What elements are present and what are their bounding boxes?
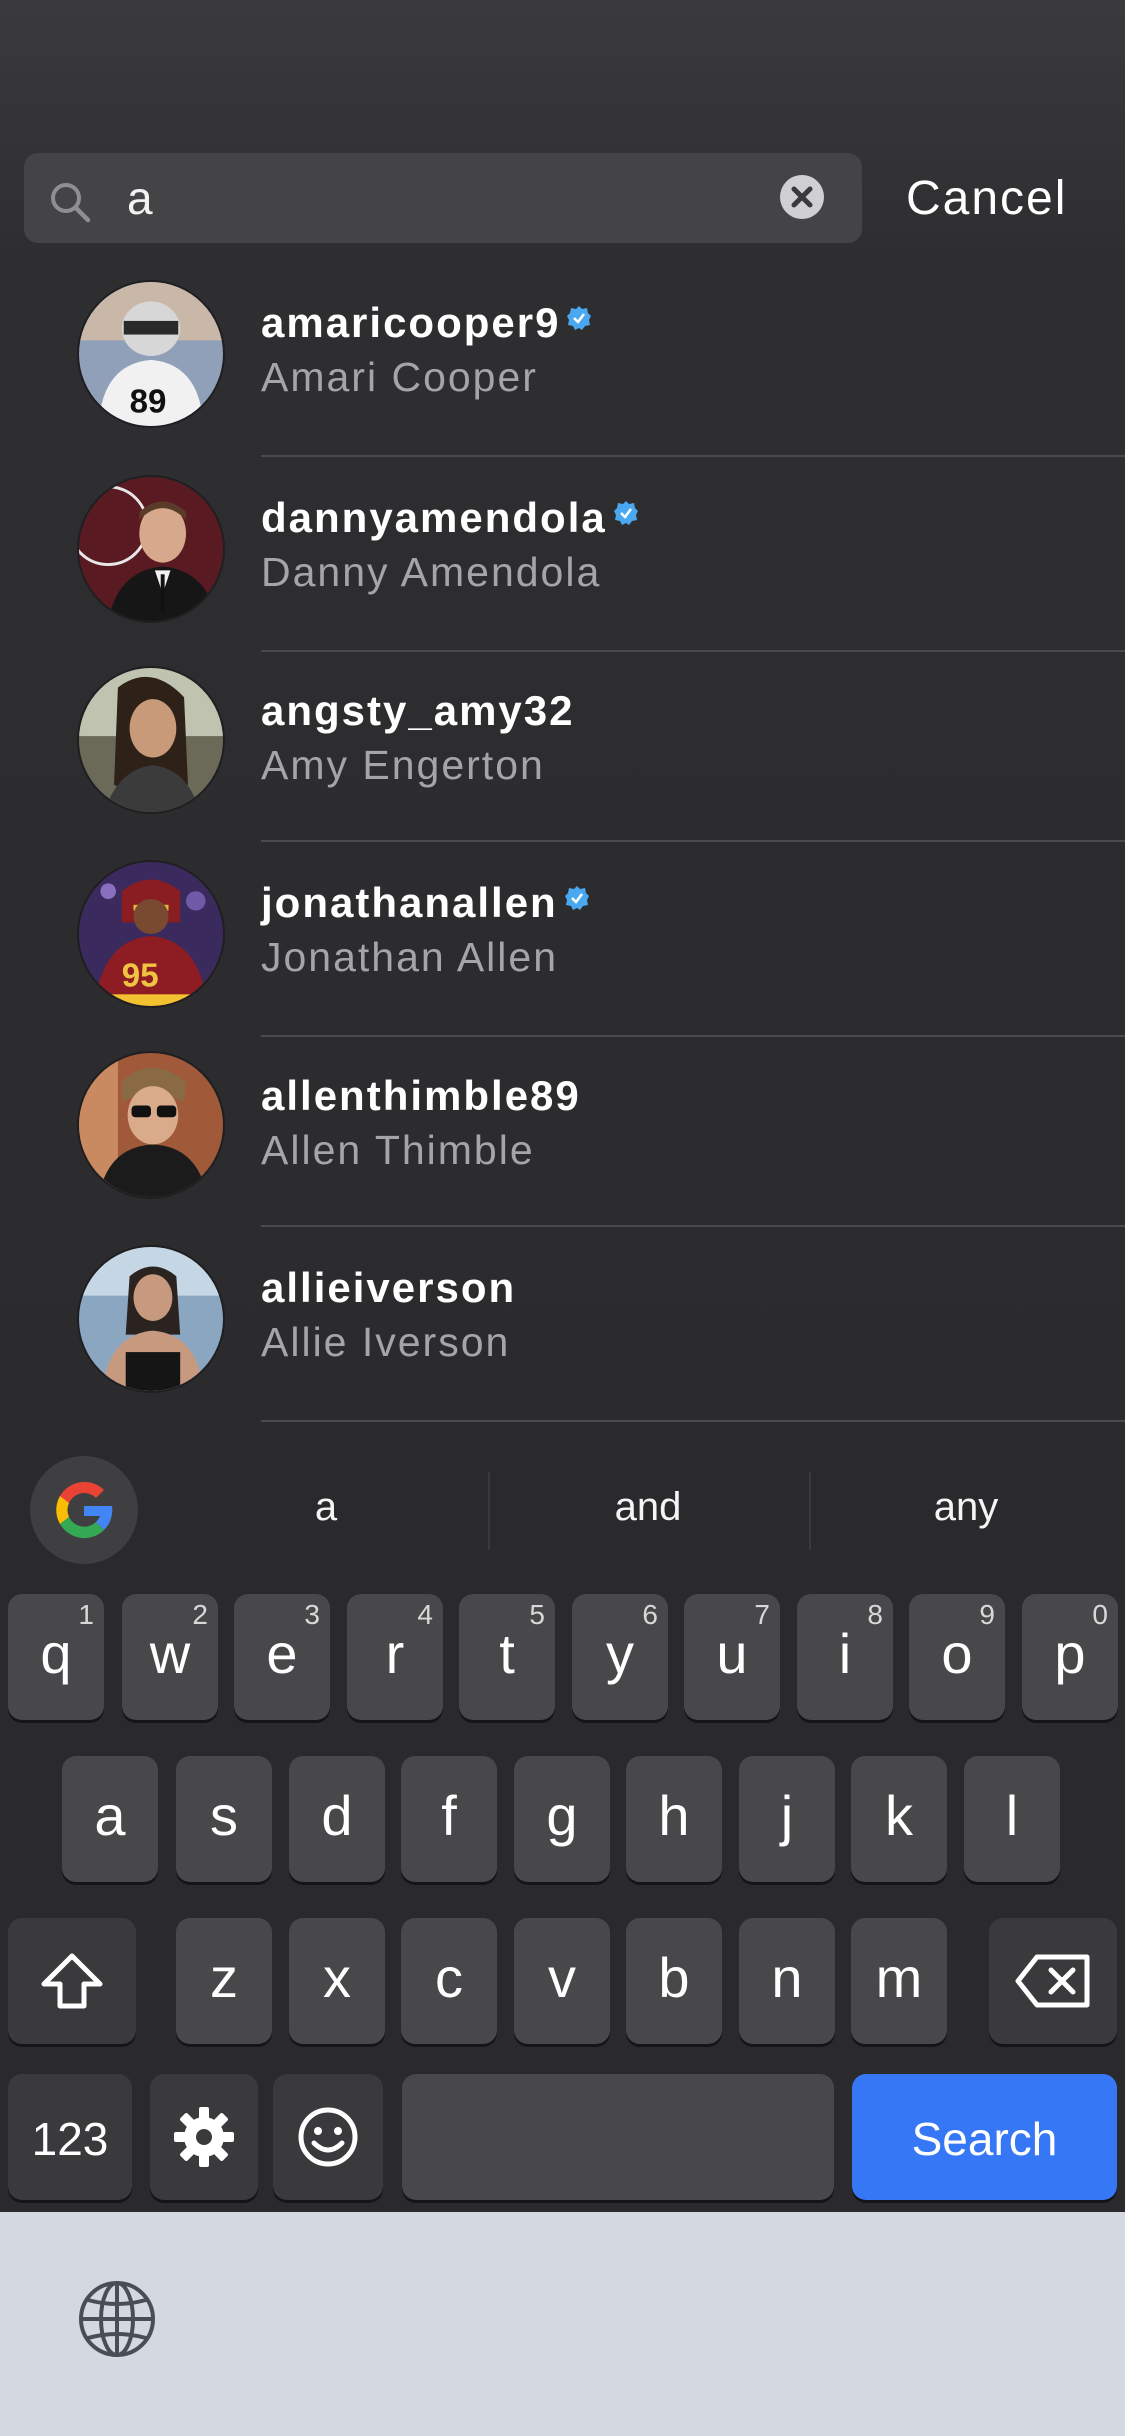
search-input[interactable]: a xyxy=(24,153,862,243)
key-h[interactable]: h xyxy=(626,1756,722,1882)
divider xyxy=(261,1420,1125,1422)
key-d[interactable]: d xyxy=(289,1756,385,1882)
key-f[interactable]: f xyxy=(401,1756,497,1882)
full-name: Allie Iverson xyxy=(261,1319,511,1365)
search-query: a xyxy=(127,172,153,224)
list-item[interactable]: angsty_amy32 Amy Engerton xyxy=(0,652,1125,842)
google-icon xyxy=(56,1481,113,1539)
space-key[interactable] xyxy=(402,2074,834,2200)
key-b[interactable]: b xyxy=(626,1918,722,2044)
key-a[interactable]: a xyxy=(62,1756,158,1882)
suggestion-3[interactable]: any xyxy=(866,1482,1066,1532)
key-k[interactable]: k xyxy=(851,1756,947,1882)
shift-icon xyxy=(41,1953,103,2009)
gear-icon xyxy=(174,2107,234,2167)
full-name: Amari Cooper xyxy=(261,354,538,400)
full-name: Jonathan Allen xyxy=(261,934,559,980)
list-item[interactable]: allenthimble89 Allen Thimble xyxy=(0,1037,1125,1227)
key-v[interactable]: v xyxy=(514,1918,610,2044)
key-q[interactable]: q1 xyxy=(8,1594,104,1720)
suggestion-2[interactable]: and xyxy=(548,1482,748,1532)
full-name: Allen Thimble xyxy=(261,1127,535,1173)
clear-search-button[interactable] xyxy=(780,175,824,219)
key-e[interactable]: e3 xyxy=(234,1594,330,1720)
settings-key[interactable] xyxy=(150,2074,258,2200)
shift-key[interactable] xyxy=(8,1918,136,2044)
username: dannyamendola xyxy=(261,493,639,543)
key-m[interactable]: m xyxy=(851,1918,947,2044)
username: jonathanallen xyxy=(261,878,590,928)
key-p[interactable]: p0 xyxy=(1022,1594,1118,1720)
cancel-button[interactable]: Cancel xyxy=(906,170,1067,228)
username: allieiverson xyxy=(261,1264,517,1311)
key-r[interactable]: r4 xyxy=(347,1594,443,1720)
list-item[interactable]: 95 jonathanallen Jonathan Allen xyxy=(0,842,1125,1037)
avatar xyxy=(77,666,225,814)
list-item[interactable]: 89 amaricooper9 Amari Cooper xyxy=(0,262,1125,457)
keyboard-bottom-bar xyxy=(0,2212,1125,2436)
avatar: 89 xyxy=(77,280,225,428)
key-i[interactable]: i8 xyxy=(797,1594,893,1720)
key-n[interactable]: n xyxy=(739,1918,835,2044)
numbers-key[interactable]: 123 xyxy=(8,2074,132,2200)
key-t[interactable]: t5 xyxy=(459,1594,555,1720)
verified-badge-icon xyxy=(613,487,639,525)
list-item[interactable]: allieiverson Allie Iverson xyxy=(0,1227,1125,1422)
key-j[interactable]: j xyxy=(739,1756,835,1882)
username: allenthimble89 xyxy=(261,1072,581,1119)
backspace-icon xyxy=(1015,1954,1090,2008)
key-z[interactable]: z xyxy=(176,1918,272,2044)
key-g[interactable]: g xyxy=(514,1756,610,1882)
username: angsty_amy32 xyxy=(261,687,575,734)
keyboard: a and any q1 w2 e3 r4 t5 y6 u7 i8 o9 p0 … xyxy=(0,1440,1125,2212)
avatar xyxy=(77,1051,225,1199)
divider xyxy=(488,1472,490,1550)
list-item[interactable]: dannyamendola Danny Amendola xyxy=(0,457,1125,652)
key-w[interactable]: w2 xyxy=(122,1594,218,1720)
key-x[interactable]: x xyxy=(289,1918,385,2044)
search-screen: a Cancel 89 amaricooper9 Amari Cooper da… xyxy=(0,0,1125,2436)
username: amaricooper9 xyxy=(261,298,592,348)
emoji-icon xyxy=(298,2107,358,2167)
globe-icon[interactable] xyxy=(76,2278,158,2360)
divider xyxy=(809,1472,811,1550)
key-c[interactable]: c xyxy=(401,1918,497,2044)
svg-text:89: 89 xyxy=(130,383,167,420)
key-o[interactable]: o9 xyxy=(909,1594,1005,1720)
suggestion-bar: a and any xyxy=(0,1440,1125,1580)
key-u[interactable]: u7 xyxy=(684,1594,780,1720)
close-icon xyxy=(791,186,813,208)
suggestion-1[interactable]: a xyxy=(226,1482,426,1532)
avatar: 95 xyxy=(77,860,225,1008)
avatar xyxy=(77,1245,225,1393)
verified-badge-icon xyxy=(564,872,590,910)
google-button[interactable] xyxy=(30,1456,138,1564)
verified-badge-icon xyxy=(566,292,592,330)
search-icon xyxy=(48,180,92,224)
svg-text:95: 95 xyxy=(122,958,159,995)
full-name: Danny Amendola xyxy=(261,549,602,595)
search-key[interactable]: Search xyxy=(852,2074,1117,2200)
emoji-key[interactable] xyxy=(273,2074,383,2200)
backspace-key[interactable] xyxy=(989,1918,1117,2044)
key-y[interactable]: y6 xyxy=(572,1594,668,1720)
key-s[interactable]: s xyxy=(176,1756,272,1882)
key-l[interactable]: l xyxy=(964,1756,1060,1882)
full-name: Amy Engerton xyxy=(261,742,545,788)
avatar xyxy=(77,475,225,623)
